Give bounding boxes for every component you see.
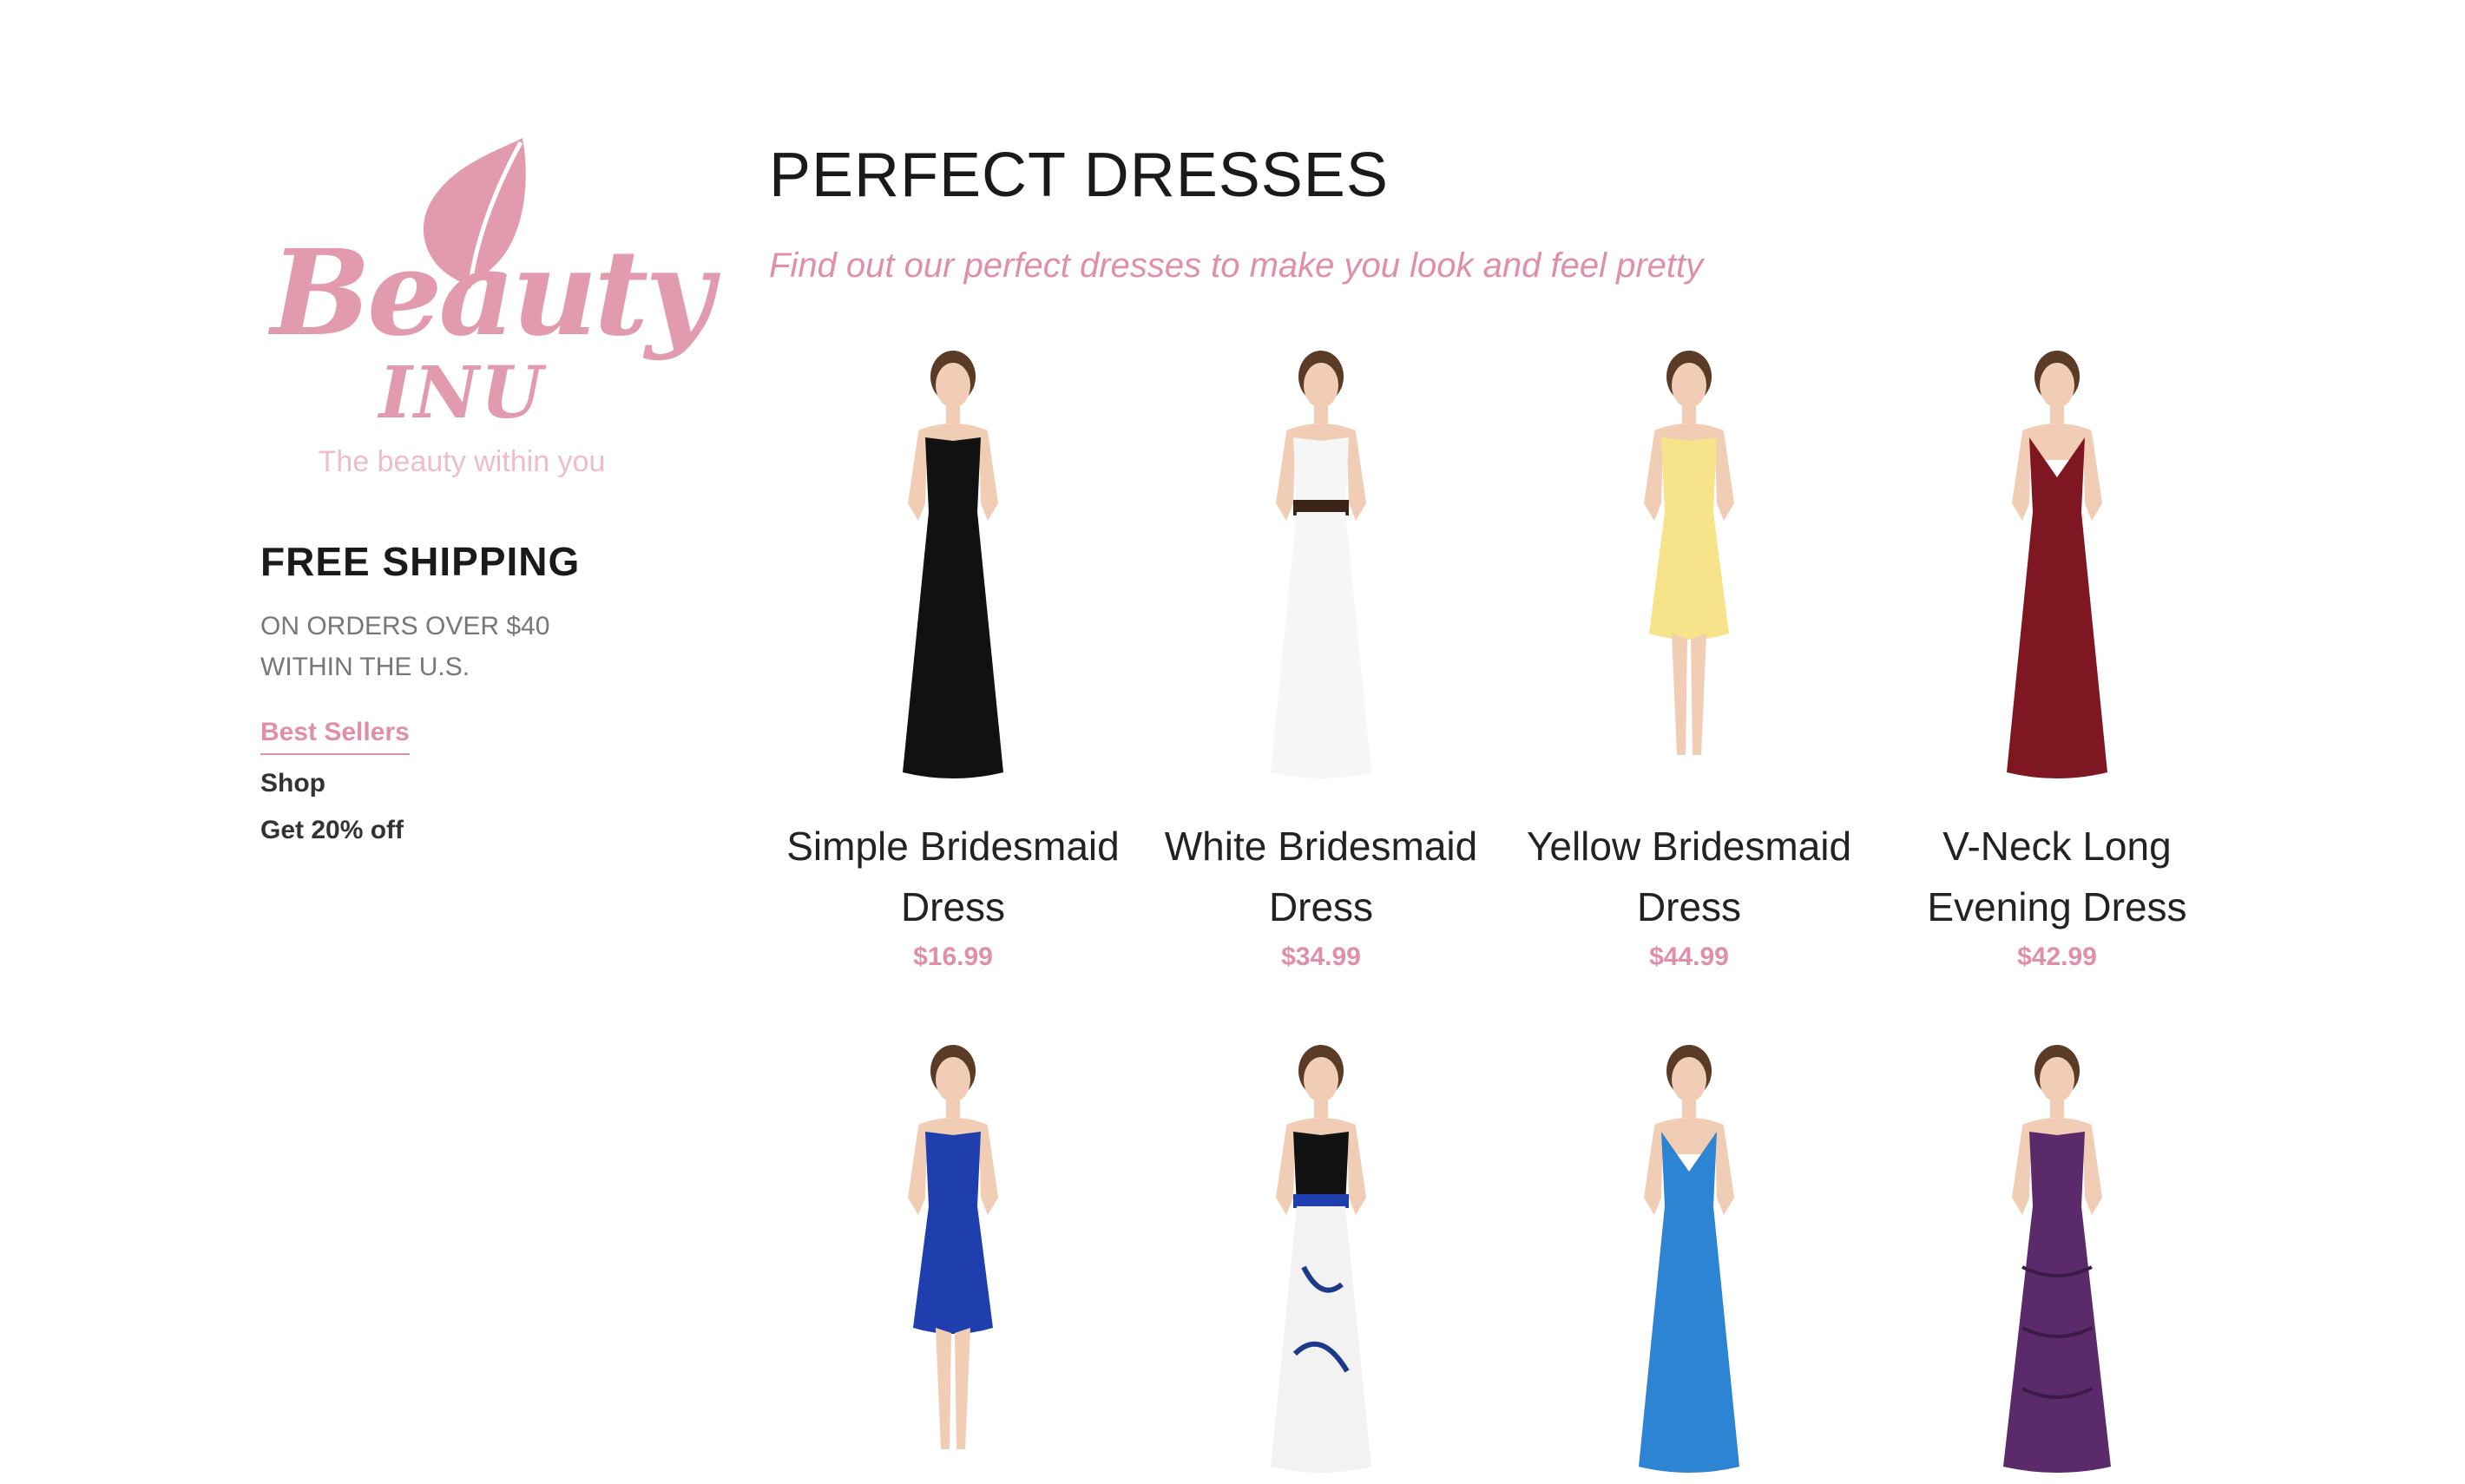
dress-skirt	[1271, 1206, 1371, 1473]
model-right-leg	[1691, 634, 1706, 755]
dress-bodice	[925, 1132, 981, 1206]
model-left-arm	[908, 1126, 927, 1215]
product-name[interactable]: Yellow Bridesmaid Dress	[1505, 816, 1873, 937]
product-image[interactable]	[1505, 1041, 1873, 1484]
shipping-description: ON ORDERS OVER $40 WITHIN THE U.S.	[260, 612, 550, 681]
shipping-title: FREE SHIPPING	[260, 539, 581, 584]
model-neck	[1682, 404, 1696, 424]
product-card[interactable]	[1873, 1041, 2241, 1484]
model-head	[2040, 363, 2074, 408]
dress-bodice	[925, 437, 981, 512]
model-left-arm	[1276, 432, 1295, 521]
product-image[interactable]	[769, 1041, 1137, 1484]
product-card[interactable]: V-Neck Long Evening Dress $42.99	[1873, 347, 2241, 972]
product-card[interactable]	[769, 1041, 1137, 1484]
model-right-arm	[979, 432, 998, 521]
model-head	[1304, 363, 1338, 408]
dress-skirt	[903, 512, 1003, 778]
page-title: PERFECT DRESSES	[769, 141, 1389, 210]
dress-skirt	[1271, 512, 1371, 778]
product-name[interactable]: V-Neck Long Evening Dress	[1873, 816, 2241, 937]
dress-skirt	[1649, 512, 1729, 640]
model-right-leg	[955, 1328, 970, 1449]
model-neck	[1314, 404, 1328, 424]
model-left-arm	[2012, 1126, 2031, 1215]
model-neck	[2050, 404, 2064, 424]
model-right-arm	[2083, 1126, 2102, 1215]
brand-name: Beauty	[271, 224, 713, 363]
sidebar: Beauty INU The beauty within you FREE SH…	[260, 130, 713, 844]
nav-get-discount[interactable]: Get 20% off	[260, 807, 404, 854]
model-right-arm	[1715, 1126, 1734, 1215]
product-image[interactable]	[1873, 1041, 2241, 1484]
main-content: PERFECT DRESSES Find out our perfect dre…	[769, 130, 2227, 1473]
brand-tagline: The beauty within you	[318, 445, 606, 478]
model-right-arm	[2083, 432, 2102, 521]
model-neck	[946, 404, 960, 424]
model-left-arm	[908, 432, 927, 521]
page-subtitle: Find out our perfect dresses to make you…	[769, 246, 1704, 285]
model-left-leg	[936, 1328, 951, 1449]
product-card[interactable]: Yellow Bridesmaid Dress $44.99	[1505, 347, 1873, 972]
model-head	[1672, 1057, 1706, 1102]
product-card[interactable]: White Bridesmaid Dress $34.99	[1137, 347, 1505, 972]
brand-logo[interactable]: Beauty INU The beauty within you	[271, 130, 713, 495]
model-head	[936, 1057, 970, 1102]
product-price: $44.99	[1649, 942, 1729, 971]
product-card[interactable]: Simple Bridesmaid Dress $16.99	[769, 347, 1137, 972]
product-image[interactable]	[1505, 347, 1873, 790]
product-image[interactable]	[1137, 1041, 1505, 1484]
model-left-arm	[1644, 1126, 1663, 1215]
model-neck	[1314, 1099, 1328, 1118]
product-price: $34.99	[1281, 942, 1361, 971]
model-left-leg	[1672, 634, 1687, 755]
dress-bodice	[1661, 437, 1717, 512]
model-neck	[2050, 1099, 2064, 1118]
model-right-arm	[979, 1126, 998, 1215]
product-card[interactable]	[1137, 1041, 1505, 1484]
model-head	[1304, 1057, 1338, 1102]
model-left-arm	[1644, 432, 1663, 521]
dress-skirt	[1639, 1206, 1739, 1473]
brand-sub: INU	[378, 351, 545, 435]
dress-skirt	[2007, 512, 2107, 778]
nav-shop[interactable]: Shop	[260, 760, 325, 807]
product-price: $16.99	[913, 942, 993, 971]
model-head	[936, 363, 970, 408]
product-name[interactable]: Simple Bridesmaid Dress	[769, 816, 1137, 937]
nav-best-sellers[interactable]: Best Sellers	[260, 712, 410, 755]
product-image[interactable]	[769, 347, 1137, 790]
model-right-arm	[1347, 432, 1366, 521]
model-right-arm	[1347, 1126, 1366, 1215]
product-price: $42.99	[2017, 942, 2097, 971]
dress-bodice	[2029, 1132, 2085, 1206]
dress-skirt	[913, 1206, 993, 1334]
dress-skirt	[2003, 1206, 2111, 1473]
model-neck	[946, 1099, 960, 1118]
product-name[interactable]: White Bridesmaid Dress	[1137, 816, 1505, 937]
model-right-arm	[1715, 432, 1734, 521]
product-image[interactable]	[1137, 347, 1505, 790]
model-left-arm	[2012, 432, 2031, 521]
product-card[interactable]	[1505, 1041, 1873, 1484]
model-head	[1672, 363, 1706, 408]
product-image[interactable]	[1873, 347, 2241, 790]
model-neck	[1682, 1099, 1696, 1118]
model-left-arm	[1276, 1126, 1295, 1215]
sidebar-nav: Best Sellers Shop Get 20% off	[260, 712, 410, 854]
model-head	[2040, 1057, 2074, 1102]
page: Beauty INU The beauty within you FREE SH…	[0, 0, 2465, 1473]
dress-band	[1293, 1194, 1349, 1208]
